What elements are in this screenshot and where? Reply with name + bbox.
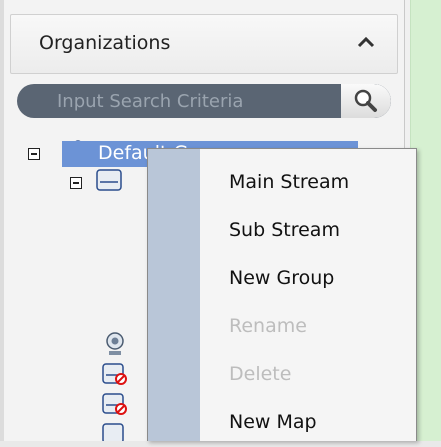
context-menu-gutter bbox=[148, 149, 200, 441]
panel-left-edge bbox=[0, 0, 4, 441]
menu-item-new-map[interactable]: New Map bbox=[200, 397, 416, 447]
device-icon[interactable] bbox=[102, 422, 128, 441]
camera-icon[interactable] bbox=[105, 332, 125, 356]
collapse-toggle-root[interactable] bbox=[28, 148, 40, 160]
search-input[interactable] bbox=[17, 84, 339, 118]
panel-title: Organizations bbox=[39, 32, 171, 54]
offline-device-icon[interactable] bbox=[102, 362, 128, 386]
menu-item-main-stream[interactable]: Main Stream bbox=[200, 157, 416, 207]
collapse-toggle-device[interactable] bbox=[70, 177, 82, 189]
context-menu: Main Stream Sub Stream New Group Rename … bbox=[147, 148, 417, 441]
device-icon[interactable] bbox=[96, 168, 122, 192]
offline-device-icon[interactable] bbox=[102, 392, 128, 416]
menu-item-new-group[interactable]: New Group bbox=[200, 253, 416, 303]
search-bar bbox=[17, 84, 391, 118]
menu-item-sub-stream[interactable]: Sub Stream bbox=[200, 205, 416, 255]
menu-item-rename: Rename bbox=[229, 315, 307, 337]
search-icon bbox=[354, 89, 377, 112]
chevron-up-icon[interactable] bbox=[355, 31, 377, 53]
organizations-header[interactable]: Organizations bbox=[10, 14, 398, 74]
search-button[interactable] bbox=[341, 84, 391, 118]
menu-item-delete: Delete bbox=[229, 363, 292, 385]
